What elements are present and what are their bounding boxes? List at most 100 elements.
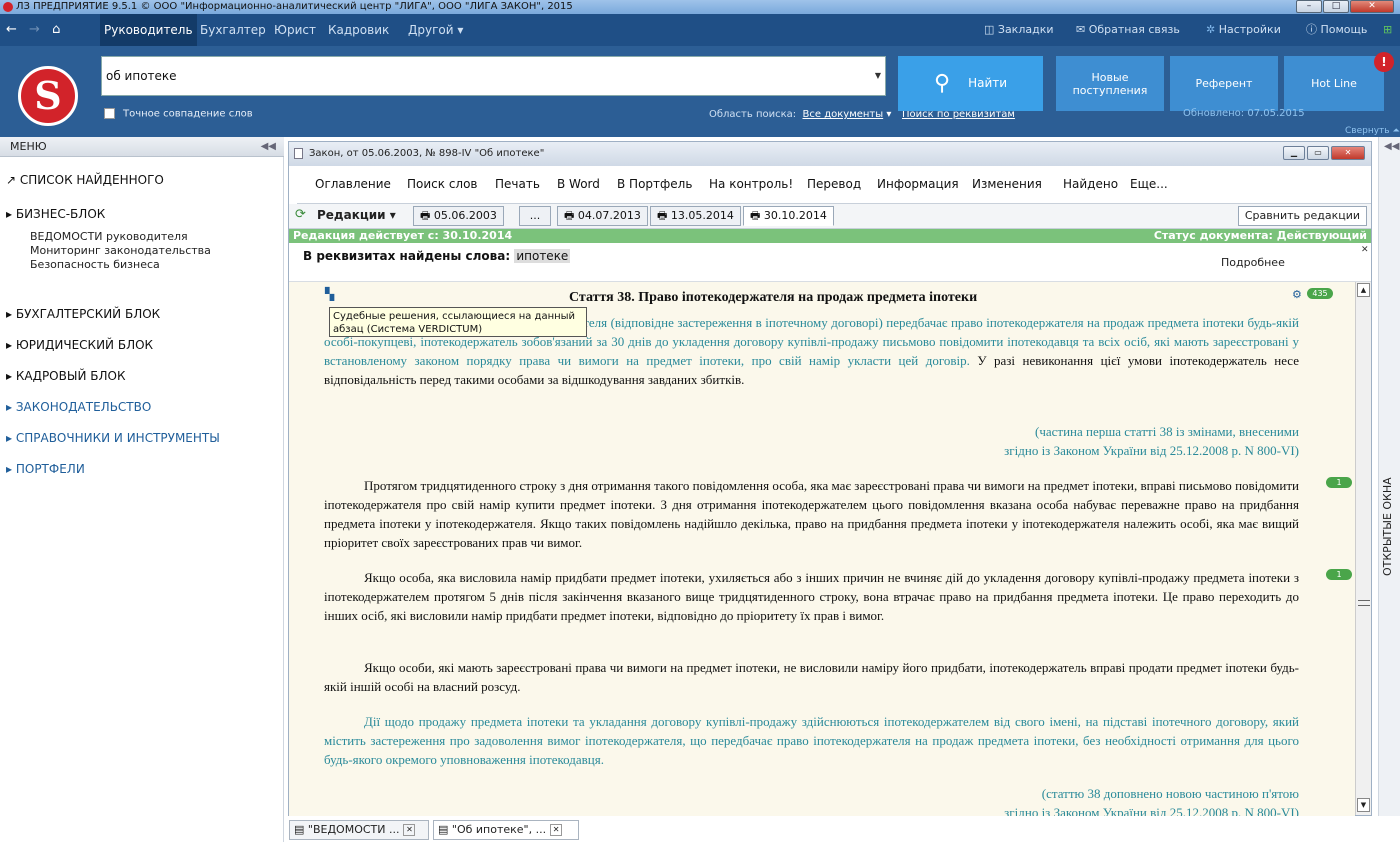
revision-tab-active[interactable]: 🖶 30.10.2014	[743, 206, 834, 226]
collapse-header-link[interactable]: Свернуть ⏶	[1345, 126, 1400, 136]
revision-tab[interactable]: 🖶 13.05.2014	[650, 206, 741, 226]
revisions-label: Редакции	[317, 208, 386, 222]
open-tab-label: "ВЕДОМОСТИ ...	[307, 823, 400, 836]
expand-panel-icon[interactable]: ◀◀	[1384, 141, 1399, 152]
hotline-button[interactable]: Hot Line	[1284, 56, 1384, 111]
doc-close-button[interactable]: ✕	[1331, 146, 1365, 160]
paragraph-2: Протягом тридцятиденного строку з дня от…	[324, 478, 1299, 550]
scroll-down-button[interactable]: ▼	[1357, 798, 1370, 812]
court-decisions-badge[interactable]: 1	[1326, 569, 1352, 580]
toolbar-more[interactable]: Еще...	[1130, 177, 1168, 191]
document-toolbar: Оглавление Поиск слов Печать В Word В По…	[297, 166, 1371, 204]
close-tab-icon[interactable]: ✕	[550, 824, 563, 836]
forward-arrow-icon[interactable]: →	[29, 22, 44, 37]
home-icon[interactable]: ⌂	[52, 22, 64, 37]
open-tab-vedomosti[interactable]: ▤ "ВЕДОМОСТИ ... ✕	[289, 820, 429, 840]
revision-tab[interactable]: 🖶 05.06.2003	[413, 206, 504, 226]
back-arrow-icon[interactable]: ←	[6, 22, 21, 37]
compare-revisions-button[interactable]: Сравнить редакции	[1237, 206, 1367, 226]
window-controls: – □ ✕	[1296, 0, 1394, 13]
document-title-bar: Закон, от 05.06.2003, № 898-IV "Об ипоте…	[289, 142, 1371, 166]
toolbar-to-portfolio[interactable]: В Портфель	[617, 177, 692, 191]
toolbar-to-word[interactable]: В Word	[557, 177, 600, 191]
document-icon	[294, 148, 303, 159]
toolbar-info[interactable]: Информация	[877, 177, 959, 191]
menu-references[interactable]: ▸ СПРАВОЧНИКИ И ИНСТРУМЕНТЫ	[6, 431, 220, 445]
toolbar-print[interactable]: Печать	[495, 177, 540, 191]
tab-hr[interactable]: Кадровик	[324, 14, 393, 46]
found-word-highlight: ипотеке	[514, 249, 571, 263]
help-link[interactable]: ⓘ Помощь	[1306, 14, 1367, 46]
menu-header: МЕНЮ ◀◀	[0, 137, 284, 157]
feedback-link[interactable]: ✉ Обратная связь	[1076, 14, 1180, 46]
scroll-up-button[interactable]: ▲	[1357, 283, 1370, 297]
verdictum-icon[interactable]: ▚	[325, 285, 334, 304]
menu-portfolios[interactable]: ▸ ПОРТФЕЛИ	[6, 462, 85, 476]
close-button[interactable]: ✕	[1350, 0, 1394, 13]
tab-other[interactable]: Другой ▾	[404, 14, 467, 46]
revisions-dropdown[interactable]: Редакции ▾	[317, 208, 396, 222]
menu-sub-monitoring[interactable]: Мониторинг законодательства	[30, 244, 211, 258]
toolbar-control[interactable]: На контроль!	[709, 177, 793, 191]
scroll-thumb[interactable]	[1358, 600, 1370, 606]
open-windows-panel[interactable]: ◀◀ ОТКРЫТЫЕ ОКНА	[1378, 137, 1400, 816]
link-icon: ⚙	[1292, 289, 1302, 301]
close-found-bar-icon[interactable]: ✕	[1361, 245, 1369, 255]
court-decisions-count-badge[interactable]: 435	[1307, 288, 1333, 299]
tab-accountant[interactable]: Бухгалтер	[196, 14, 270, 46]
window-title: ЛЗ ПРЕДПРИЯТИЕ 9.5.1 © ООО "Информационн…	[16, 1, 573, 12]
search-history-dropdown-icon[interactable]: ▼	[875, 71, 881, 80]
tab-lawyer[interactable]: Юрист	[270, 14, 320, 46]
details-link[interactable]: Подробнее	[1221, 256, 1285, 269]
minimize-button[interactable]: –	[1296, 0, 1322, 13]
menu-found-list[interactable]: ↗ СПИСОК НАЙДЕННОГО	[6, 173, 164, 187]
toolbar-word-search[interactable]: Поиск слов	[407, 177, 478, 191]
menu-business-block[interactable]: ▸ БИЗНЕС-БЛОК	[6, 207, 105, 221]
toolbar-translate[interactable]: Перевод	[807, 177, 861, 191]
exact-match-checkbox[interactable]: Точное совпадение слов	[104, 108, 253, 120]
new-documents-button[interactable]: Новые поступления	[1056, 56, 1164, 111]
search-header: S ▼ Точное совпадение слов Область поиск…	[0, 46, 1400, 137]
bookmarks-link[interactable]: ◫ Закладки	[984, 14, 1054, 46]
found-words-text: В реквизитах найдены слова:	[303, 249, 511, 263]
toolbar-changes[interactable]: Изменения	[972, 177, 1042, 191]
help-icon: ⓘ	[1306, 23, 1317, 36]
revision-date: 13.05.2014	[670, 209, 734, 222]
open-tab-mortgage[interactable]: ▤ "Об ипотеке", ... ✕	[433, 820, 579, 840]
document-scrollbar[interactable]: ▲ ▼	[1355, 282, 1371, 815]
menu-legislation[interactable]: ▸ ЗАКОНОДАТЕЛЬСТВО	[6, 400, 151, 414]
paragraph-4: Якщо особи, які мають зареєстровані прав…	[324, 660, 1299, 694]
revisions-bar: ⟳ Редакции ▾ 🖶 05.06.2003 ... 🖶 04.07.20…	[289, 204, 1371, 229]
menu-hr-block[interactable]: ▸ КАДРОВЫЙ БЛОК	[6, 369, 125, 383]
menu-sub-security[interactable]: Безопасность бизнеса	[30, 258, 160, 272]
revision-date: 30.10.2014	[763, 209, 827, 222]
search-input[interactable]	[102, 57, 862, 95]
doc-maximize-button[interactable]: ▭	[1307, 146, 1329, 160]
amendment-note-1-b: згідно із Законом України від 25.12.2008…	[1004, 443, 1299, 458]
toolbar-found[interactable]: Найдено	[1063, 177, 1118, 191]
network-icon[interactable]: ⊞	[1383, 14, 1392, 46]
menu-sub-vedomosti[interactable]: ВЕДОМОСТИ руководителя	[30, 230, 188, 244]
collapse-menu-icon[interactable]: ◀◀	[261, 137, 276, 157]
menu-accounting-block[interactable]: ▸ БУХГАЛТЕРСКИЙ БЛОК	[6, 307, 160, 321]
settings-link[interactable]: ✲ Настройки	[1206, 14, 1281, 46]
revision-tab-more[interactable]: ...	[519, 206, 551, 226]
notification-badge[interactable]: !	[1374, 52, 1394, 72]
close-tab-icon[interactable]: ✕	[403, 824, 416, 836]
tab-manager[interactable]: Руководитель	[100, 14, 197, 46]
updated-date: Обновлено: 07.05.2015	[1183, 108, 1305, 119]
search-scope: Область поиска: Все документы ▾	[709, 109, 891, 120]
doc-minimize-button[interactable]: ▁	[1283, 146, 1305, 160]
find-button[interactable]: ⚲ Найти	[898, 56, 1043, 111]
menu-legal-block[interactable]: ▸ ЮРИДИЧЕСКИЙ БЛОК	[6, 338, 153, 352]
revision-tab[interactable]: 🖶 04.07.2013	[557, 206, 648, 226]
referent-button[interactable]: Референт	[1170, 56, 1278, 111]
search-box: ▼	[101, 56, 886, 96]
court-decisions-badge[interactable]: 1	[1326, 477, 1352, 488]
amendment-note-2-a: (статтю 38 доповнено новою частиною п'ят…	[1041, 786, 1299, 801]
search-scope-dropdown[interactable]: Все документы	[803, 109, 884, 120]
toolbar-contents[interactable]: Оглавление	[315, 177, 391, 191]
maximize-button[interactable]: □	[1323, 0, 1349, 13]
document-status: Статус документа: Действующий	[1153, 229, 1367, 242]
bookmarks-label: Закладки	[997, 23, 1054, 36]
